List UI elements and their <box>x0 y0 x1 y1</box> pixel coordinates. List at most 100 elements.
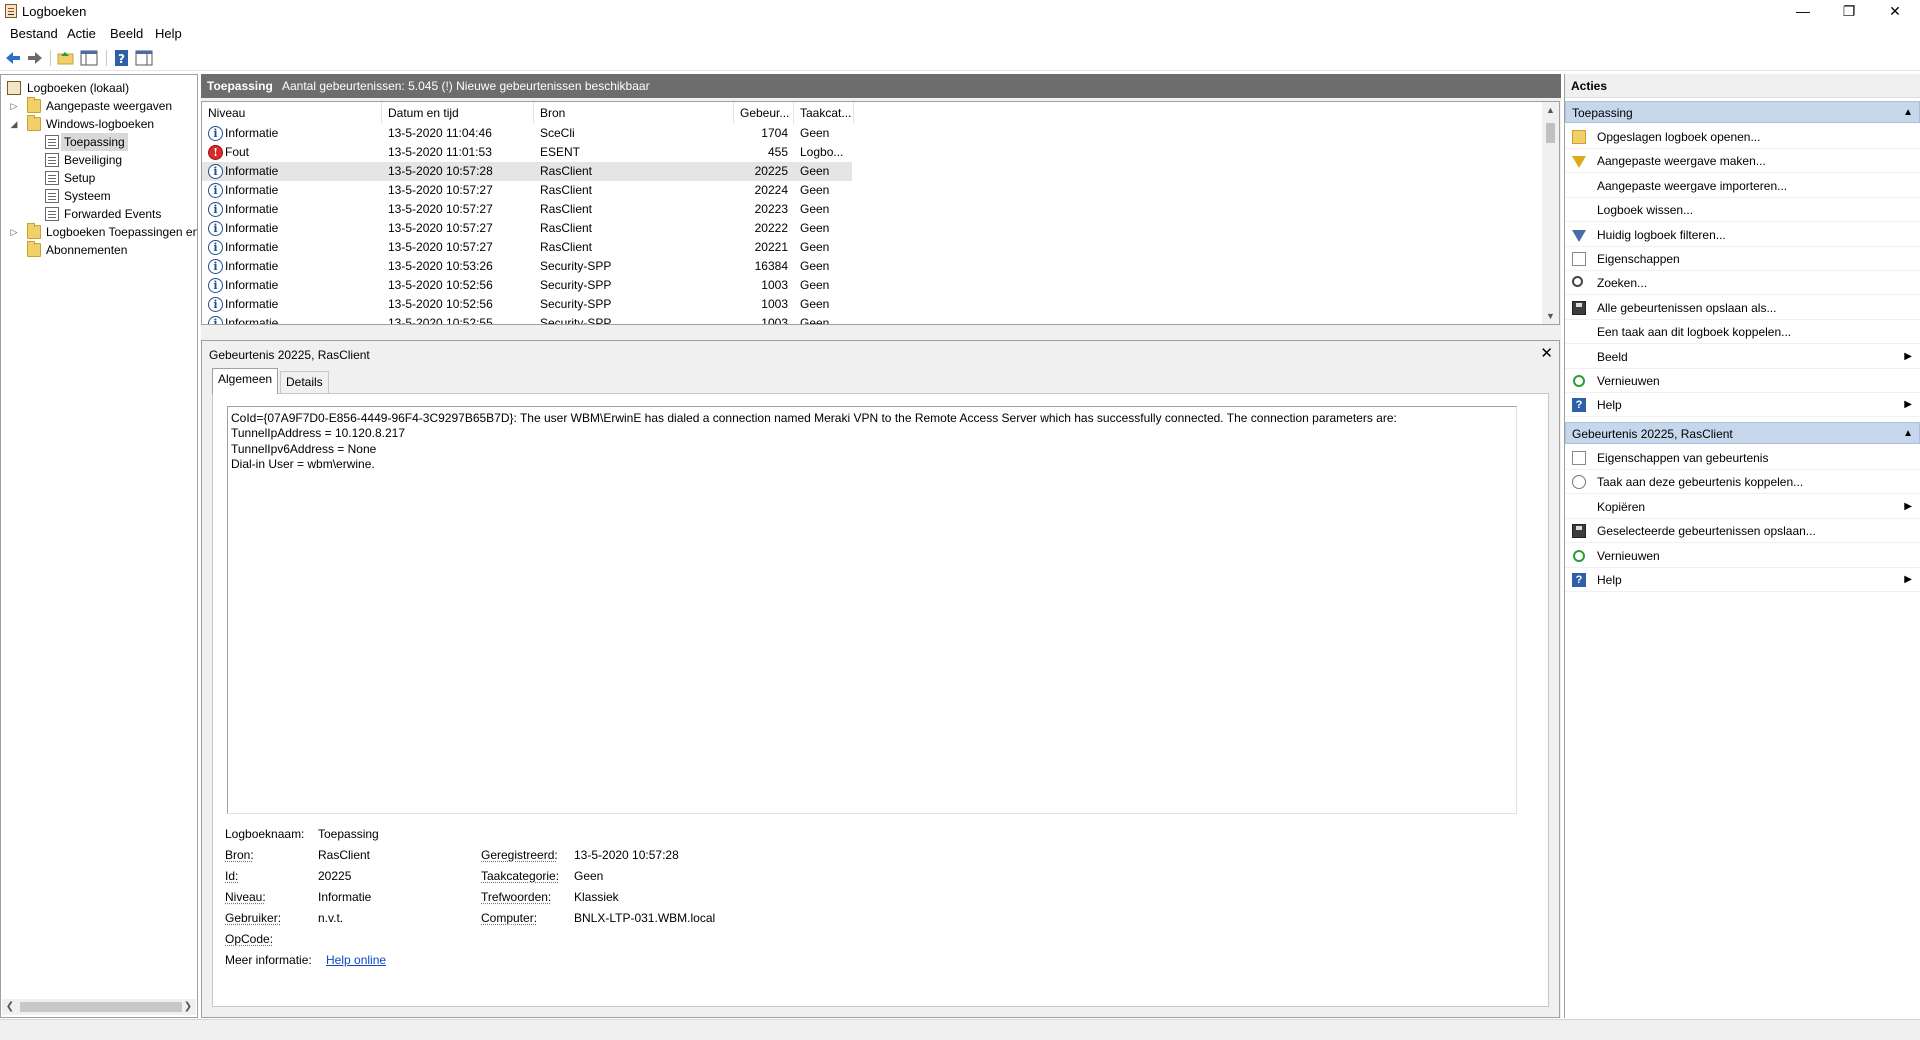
help-icon[interactable]: ? <box>113 49 131 67</box>
event-message[interactable]: CoId={07A9F7D0-E856-4449-96F4-3C9297B65B… <box>227 406 1517 814</box>
action-item[interactable]: Vernieuwen <box>1565 544 1920 568</box>
close-icon[interactable]: ✕ <box>1540 344 1553 362</box>
show-hide-action-pane-icon[interactable] <box>135 49 153 67</box>
event-row[interactable]: i Informatie 13-5-2020 10:52:56 Security-SP… <box>202 295 852 314</box>
chevron-down-icon[interactable]: ◢ <box>9 115 19 133</box>
scrollbar-thumb[interactable] <box>1546 123 1555 143</box>
action-item[interactable]: ? Help ▶ <box>1565 568 1920 592</box>
tab-details[interactable]: Details <box>280 371 329 393</box>
tree-node-toepassing[interactable]: Toepassing <box>41 133 191 151</box>
actions-section-toepassing[interactable]: Toepassing ▲ <box>1565 101 1920 123</box>
help-online-link[interactable]: Help online <box>326 953 386 967</box>
scroll-up-icon[interactable]: ▲ <box>1542 102 1559 118</box>
cell-date: 13-5-2020 10:57:27 <box>388 202 493 216</box>
help-icon: ? <box>1572 398 1586 413</box>
prop-source-label: Bron: <box>225 848 254 862</box>
action-item[interactable]: Zoeken... <box>1565 271 1920 296</box>
event-row[interactable]: ! Fout 13-5-2020 11:01:53 ESENT 455 Logbo... <box>202 143 852 162</box>
cell-source: Security-SPP <box>540 259 612 273</box>
back-arrow-icon[interactable] <box>4 49 22 67</box>
tree-node-root[interactable]: Logboeken (lokaal) <box>5 79 195 97</box>
forward-arrow-icon[interactable] <box>26 49 44 67</box>
tab-algemeen[interactable]: Algemeen <box>212 368 279 394</box>
event-row[interactable]: i Informatie 13-5-2020 10:57:27 RasClient 20… <box>202 219 852 238</box>
chevron-right-icon[interactable]: ▷ <box>9 223 19 241</box>
event-row[interactable]: i Informatie 13-5-2020 11:04:46 SceCli 1704 G… <box>202 124 852 143</box>
tree-node-windows-logs[interactable]: ◢ Windows-logboeken <box>5 115 195 133</box>
action-item[interactable]: Logboek wissen... <box>1565 198 1920 223</box>
action-item[interactable]: Alle gebeurtenissen opslaan als... <box>1565 296 1920 320</box>
action-item[interactable]: Een taak aan dit logboek koppelen... <box>1565 320 1920 345</box>
action-item[interactable]: Huidig logboek filteren... <box>1565 223 1920 247</box>
column-header-date[interactable]: Datum en tijd <box>382 102 534 124</box>
action-item[interactable]: Taak aan deze gebeurtenis koppelen... <box>1565 470 1920 495</box>
close-button[interactable]: ✕ <box>1872 0 1918 22</box>
event-row[interactable]: i Informatie 13-5-2020 10:57:27 RasClient 20… <box>202 238 852 257</box>
menu-bestand[interactable]: Bestand <box>10 26 58 41</box>
cell-source: Security-SPP <box>540 297 612 311</box>
event-row[interactable]: i Informatie 13-5-2020 10:53:26 Security-SP… <box>202 257 852 276</box>
tree-node-custom-views[interactable]: ▷ Aangepaste weergaven <box>5 97 195 115</box>
action-label: Vernieuwen <box>1597 548 1660 563</box>
scroll-right-icon[interactable]: ❯ <box>180 999 196 1015</box>
submenu-arrow-icon: ▶ <box>1904 500 1912 512</box>
column-header-task[interactable]: Taakcat... <box>794 102 854 124</box>
minimize-button[interactable]: — <box>1780 0 1826 22</box>
cell-date: 13-5-2020 10:57:28 <box>388 164 493 178</box>
action-label: Eigenschappen <box>1597 252 1680 266</box>
message-line: TunnelIpv6Address = None <box>231 441 377 456</box>
submenu-arrow-icon: ▶ <box>1904 574 1912 585</box>
scrollbar-thumb[interactable] <box>20 1002 182 1012</box>
chevron-right-icon[interactable]: ▷ <box>9 97 19 115</box>
prop-keywords-value: Klassiek <box>574 890 619 904</box>
menu-actie[interactable]: Actie <box>67 26 96 41</box>
tree-node-subscriptions[interactable]: Abonnementen <box>5 241 195 259</box>
event-row[interactable]: i Informatie 13-5-2020 10:57:27 RasClient 20… <box>202 181 852 200</box>
actions-section-event[interactable]: Gebeurtenis 20225, RasClient ▲ <box>1565 422 1920 444</box>
action-item[interactable]: Aangepaste weergave maken... <box>1565 149 1920 174</box>
action-label: Geselecteerde gebeurtenissen opslaan... <box>1597 524 1816 539</box>
scroll-left-icon[interactable]: ❮ <box>2 999 18 1015</box>
help-icon: ? <box>1572 573 1586 587</box>
action-item[interactable]: Aangepaste weergave importeren... <box>1565 174 1920 198</box>
action-label: Taak aan deze gebeurtenis koppelen... <box>1597 475 1804 490</box>
collapse-icon[interactable]: ▲ <box>1903 102 1913 124</box>
tree-node-setup[interactable]: Setup <box>41 169 191 187</box>
event-row[interactable]: i Informatie 13-5-2020 10:57:27 RasClient 20… <box>202 200 852 219</box>
action-item[interactable]: Geselecteerde gebeurtenissen opslaan... <box>1565 519 1920 544</box>
column-header-level[interactable]: Niveau <box>202 102 382 124</box>
column-header-event-id[interactable]: Gebeur... <box>734 102 794 124</box>
grid-header: Niveau Datum en tijd Bron Gebeur... Taak… <box>202 102 1542 124</box>
tree-node-systeem[interactable]: Systeem <box>41 187 191 205</box>
tree-horizontal-scrollbar[interactable]: ❮ ❯ <box>2 999 196 1015</box>
event-row[interactable]: i Informatie 13-5-2020 10:57:28 RasClient 20… <box>202 162 852 181</box>
action-item[interactable]: Opgeslagen logboek openen... <box>1565 125 1920 149</box>
title-bar: Logboeken — ❐ ✕ <box>0 0 1920 22</box>
tree-label: Systeem <box>64 189 111 203</box>
event-row[interactable]: i Informatie 13-5-2020 10:52:55 Security-SP… <box>202 314 852 325</box>
restore-button[interactable]: ❐ <box>1826 0 1872 22</box>
show-hide-tree-icon[interactable] <box>80 49 98 67</box>
cell-event-id: 455 <box>767 145 788 159</box>
cell-date: 13-5-2020 10:57:27 <box>388 183 493 197</box>
column-header-source[interactable]: Bron <box>534 102 734 124</box>
up-folder-icon[interactable] <box>57 49 75 67</box>
collapse-icon[interactable]: ▲ <box>1903 423 1913 445</box>
scroll-down-icon[interactable]: ▼ <box>1542 308 1559 324</box>
menu-beeld[interactable]: Beeld <box>110 26 143 41</box>
grid-vertical-scrollbar[interactable]: ▲ ▼ <box>1542 102 1559 324</box>
action-item[interactable]: Eigenschappen van gebeurtenis <box>1565 446 1920 470</box>
action-item[interactable]: Kopiëren ▶ <box>1565 495 1920 519</box>
cell-source: ESENT <box>540 145 581 159</box>
action-item[interactable]: Eigenschappen <box>1565 247 1920 271</box>
cell-task: Geen <box>800 316 830 325</box>
tree-node-app-logs[interactable]: ▷ Logboeken Toepassingen en <box>5 223 197 241</box>
tree-node-beveiliging[interactable]: Beveiliging <box>41 151 191 169</box>
tree-node-forwarded-events[interactable]: Forwarded Events <box>41 205 191 223</box>
action-label: Beeld <box>1597 349 1628 364</box>
action-item[interactable]: ? Help ▶ <box>1565 393 1920 418</box>
action-item[interactable]: Vernieuwen <box>1565 369 1920 393</box>
event-row[interactable]: i Informatie 13-5-2020 10:52:56 Security-SP… <box>202 276 852 295</box>
action-item[interactable]: Beeld ▶ <box>1565 345 1920 369</box>
menu-help[interactable]: Help <box>155 26 182 41</box>
